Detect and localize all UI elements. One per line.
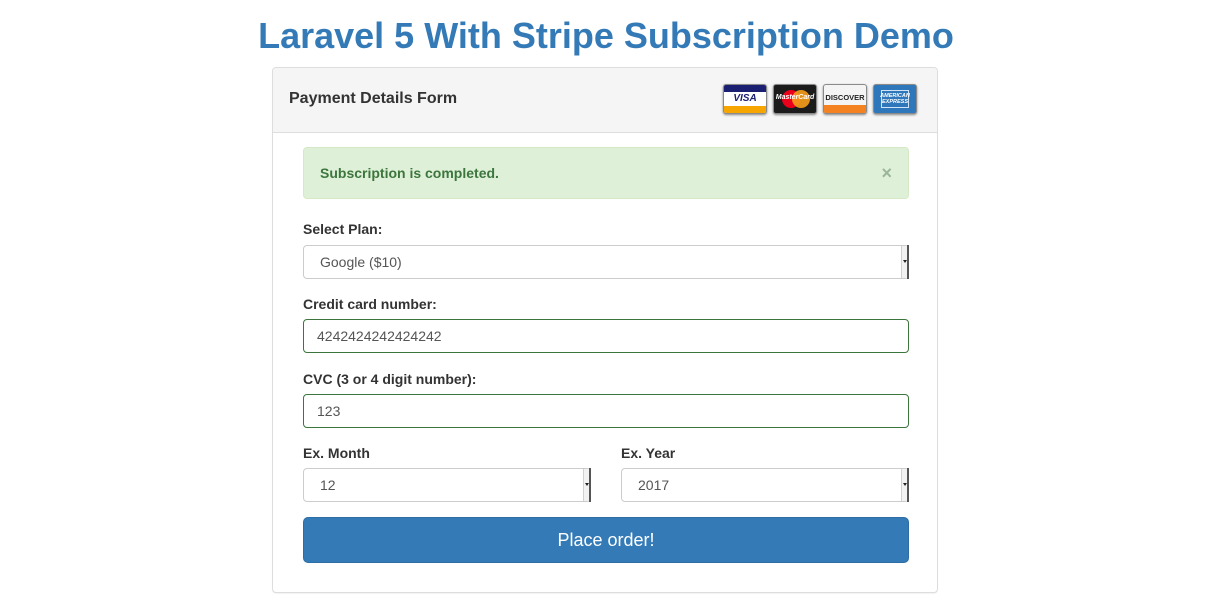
discover-card-icon: DISCOVER [823,84,867,114]
cvc-value: 123 [317,403,341,419]
mastercard-card-icon: MasterCard [773,84,817,114]
card-number-field[interactable]: 4242424242424242 [303,319,909,353]
place-order-button[interactable]: Place order! [303,517,909,563]
exp-year-value: 2017 [638,477,670,493]
chevron-down-icon [583,468,591,502]
american-express-card-icon: AMERICAN EXPRESS [873,84,917,114]
card-number-label: Credit card number: [303,296,437,312]
visa-card-icon: VISA [723,84,767,114]
accepted-cards: VISA MasterCard DISCOVER AMERICAN EXPRES… [723,84,917,114]
chevron-down-icon [901,468,909,502]
plan-label: Select Plan: [303,221,383,237]
american-express-card-text: AMERICAN EXPRESS [880,93,910,105]
visa-card-text: VISA [733,93,757,104]
cvc-field[interactable]: 123 [303,394,909,428]
chevron-down-icon [901,245,909,279]
panel-title: Payment Details Form [289,90,458,107]
exp-month-label: Ex. Month [303,445,370,461]
page-title: Laravel 5 With Stripe Subscription Demo [258,15,954,56]
exp-month-select[interactable]: 12 [303,468,591,502]
exp-year-select[interactable]: 2017 [621,468,909,502]
close-icon[interactable]: × [881,163,892,183]
plan-select[interactable]: Google ($10) [303,245,909,279]
alert-message: Subscription is completed. [320,165,499,181]
success-alert: Subscription is completed. × [303,147,909,199]
payment-panel: Payment Details Form VISA MasterCard DIS… [272,67,938,593]
exp-month-value: 12 [320,477,336,493]
card-number-value: 4242424242424242 [317,328,442,344]
discover-card-text: DISCOVER [825,93,865,102]
panel-heading: Payment Details Form VISA MasterCard DIS… [273,68,937,133]
plan-select-value: Google ($10) [320,254,402,270]
exp-year-label: Ex. Year [621,445,676,461]
cvc-label: CVC (3 or 4 digit number): [303,371,477,387]
mastercard-card-text: MasterCard [775,94,815,101]
